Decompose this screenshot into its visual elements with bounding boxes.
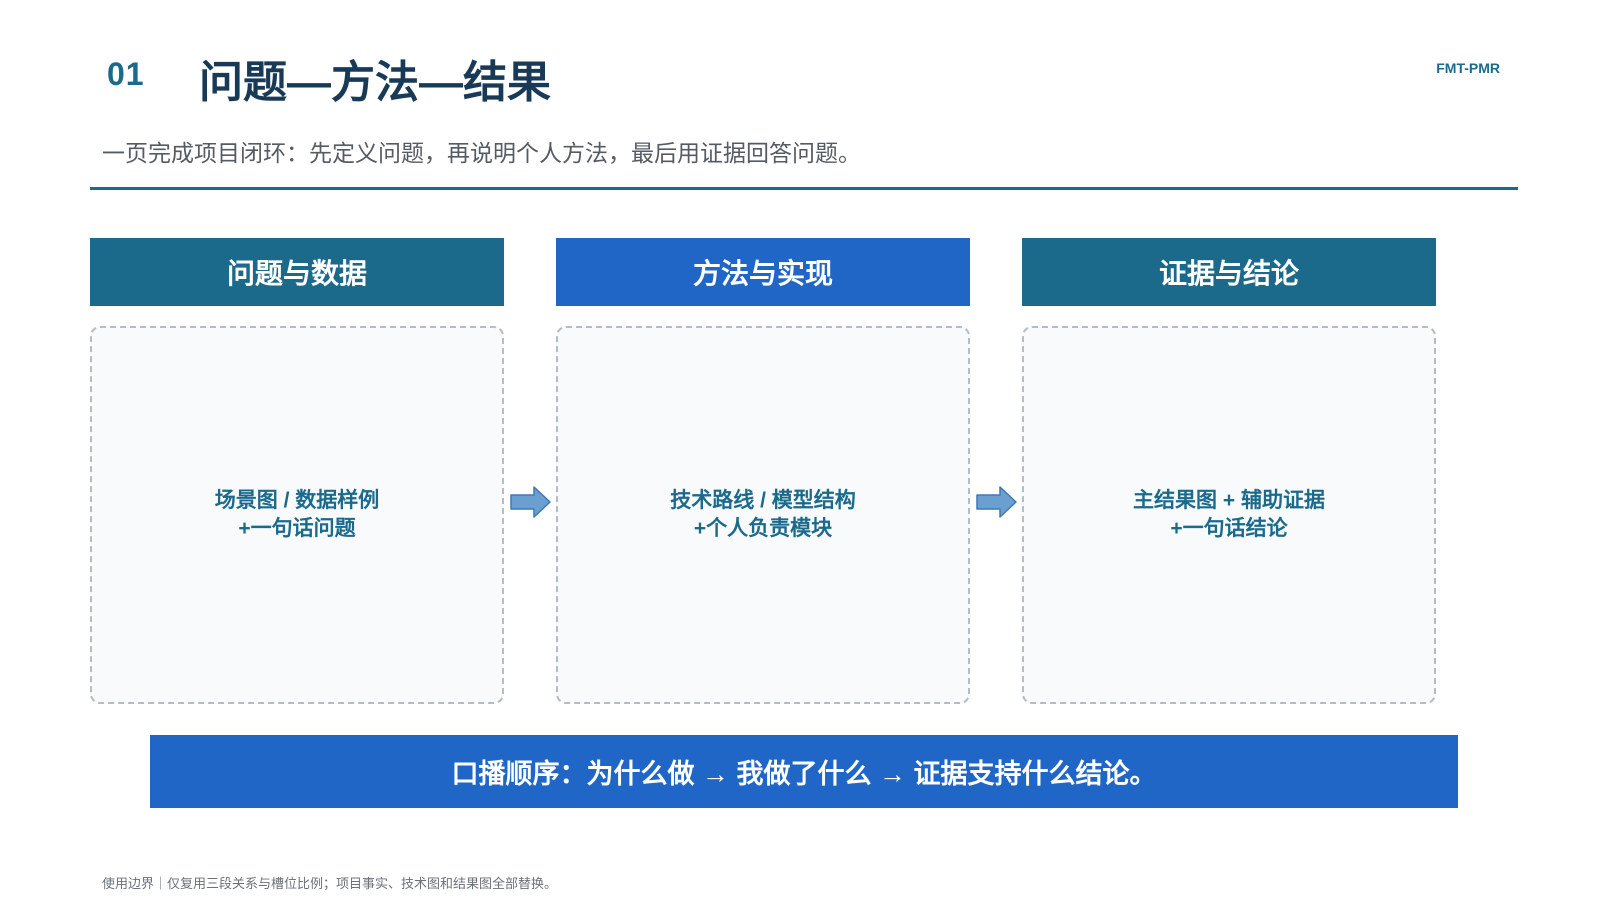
placeholder-box-evidence-conclusion: 主结果图 + 辅助证据 +一句话结论 [1022,326,1436,704]
footnote: 使用边界｜仅复用三段关系与槽位比例；项目事实、技术图和结果图全部替换。 [102,876,558,891]
callout-bar: 口播顺序：为什么做 → 我做了什么 → 证据支持什么结论。 [150,735,1458,808]
placeholder-box-problem-data: 场景图 / 数据样例 +一句话问题 [90,326,504,704]
column-header-evidence-conclusion: 证据与结论 [1022,238,1436,306]
slide-title: 问题—方法—结果 [199,58,551,107]
column-evidence-conclusion: 证据与结论 主结果图 + 辅助证据 +一句话结论 [1022,238,1436,704]
right-arrow-icon [510,486,551,518]
placeholder-text-line2: +个人负责模块 [693,517,833,540]
column-header-problem-data: 问题与数据 [90,238,504,306]
placeholder-text-line2: +一句话问题 [238,517,356,540]
placeholder-box-method-implementation: 技术路线 / 模型结构 +个人负责模块 [556,326,970,704]
column-problem-data: 问题与数据 场景图 / 数据样例 +一句话问题 [90,238,504,704]
brand-tag: FMT-PMR [1436,60,1500,76]
right-arrow-icon [976,486,1017,518]
column-method-implementation: 方法与实现 技术路线 / 模型结构 +个人负责模块 [556,238,970,704]
slide: 01 问题—方法—结果 FMT-PMR 一页完成项目闭环：先定义问题，再说明个人… [0,0,1600,900]
placeholder-text-line1: 场景图 / 数据样例 [214,489,380,512]
column-header-method-implementation: 方法与实现 [556,238,970,306]
placeholder-text-line1: 技术路线 / 模型结构 [670,489,856,512]
title-divider [90,187,1518,190]
callout-text: 口播顺序：为什么做 → 我做了什么 → 证据支持什么结论。 [451,759,1157,789]
placeholder-text-line2: +一句话结论 [1170,517,1288,540]
slide-number: 01 [107,56,145,92]
placeholder-text-line1: 主结果图 + 辅助证据 [1133,489,1325,512]
slide-subtitle: 一页完成项目闭环：先定义问题，再说明个人方法，最后用证据回答问题。 [102,140,861,166]
